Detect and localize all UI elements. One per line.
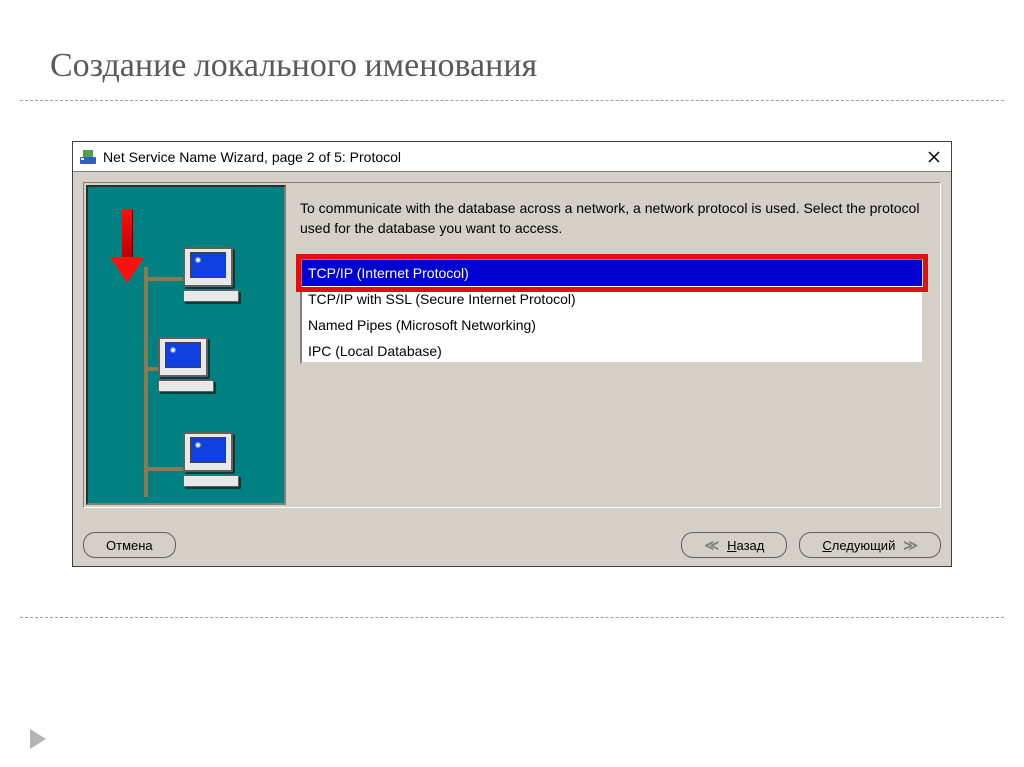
protocol-option-ipc[interactable]: IPC (Local Database) bbox=[302, 338, 922, 364]
content-area: To communicate with the database across … bbox=[73, 172, 951, 518]
divider-top bbox=[20, 100, 1004, 101]
network-line bbox=[144, 467, 184, 471]
protocol-option-namedpipes[interactable]: Named Pipes (Microsoft Networking) bbox=[302, 312, 922, 338]
wizard-graphic bbox=[86, 185, 286, 505]
next-button[interactable]: Следующий ≫ bbox=[799, 532, 941, 558]
inner-panel: To communicate with the database across … bbox=[83, 182, 941, 508]
computer-icon bbox=[183, 247, 245, 305]
wizard-window: Net Service Name Wizard, page 2 of 5: Pr… bbox=[72, 141, 952, 567]
chevron-left-icon: ≪ bbox=[704, 537, 719, 554]
titlebar: Net Service Name Wizard, page 2 of 5: Pr… bbox=[73, 142, 951, 172]
slide-title: Создание локального именования bbox=[0, 0, 1024, 100]
button-label: Следующий bbox=[822, 538, 895, 553]
computer-icon bbox=[158, 337, 220, 395]
button-row: Отмена ≪ Назад Следующий ≫ bbox=[73, 518, 951, 566]
slide-nav-arrow-icon bbox=[30, 729, 46, 749]
network-line bbox=[144, 277, 184, 281]
button-label: Отмена bbox=[106, 538, 153, 553]
app-icon bbox=[79, 148, 97, 166]
right-pane: To communicate with the database across … bbox=[296, 185, 938, 505]
close-button[interactable] bbox=[923, 146, 945, 168]
computer-icon bbox=[183, 432, 245, 490]
wizard-screenshot: Net Service Name Wizard, page 2 of 5: Pr… bbox=[72, 141, 952, 567]
button-label: Назад bbox=[727, 538, 764, 553]
divider-bottom bbox=[20, 617, 1004, 618]
chevron-right-icon: ≫ bbox=[903, 537, 918, 554]
protocol-option-tcpip[interactable]: TCP/IP (Internet Protocol) bbox=[302, 260, 922, 286]
cancel-button[interactable]: Отмена bbox=[83, 532, 176, 558]
back-button[interactable]: ≪ Назад bbox=[681, 532, 787, 558]
window-title: Net Service Name Wizard, page 2 of 5: Pr… bbox=[103, 149, 923, 165]
network-line bbox=[144, 267, 148, 497]
protocol-listbox[interactable]: TCP/IP (Internet Protocol) TCP/IP with S… bbox=[300, 258, 924, 364]
protocol-option-ssl[interactable]: TCP/IP with SSL (Secure Internet Protoco… bbox=[302, 286, 922, 312]
instructions-text: To communicate with the database across … bbox=[300, 199, 924, 238]
